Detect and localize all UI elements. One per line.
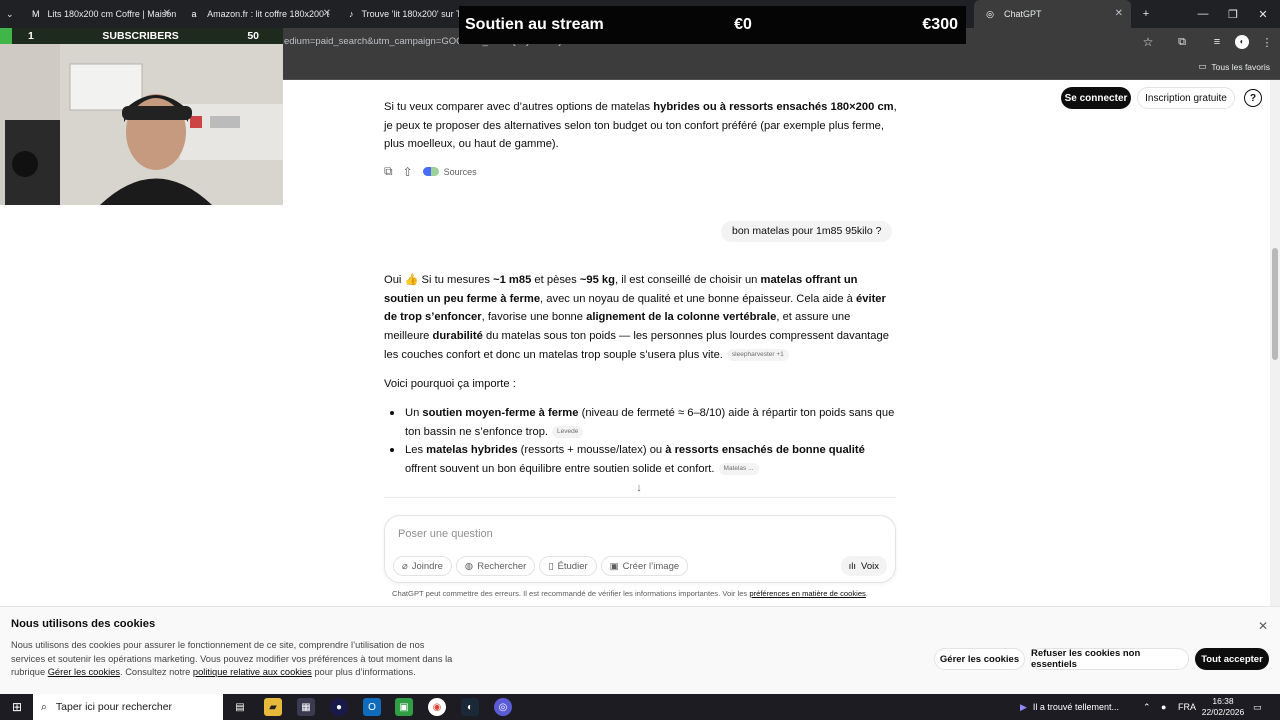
taskbar-search[interactable]: ⌕ Taper ici pour rechercher xyxy=(33,694,223,720)
voice-button[interactable]: ılı Voix xyxy=(840,556,887,576)
microphone-icon[interactable]: ● xyxy=(1161,694,1166,720)
outlook-icon[interactable]: O xyxy=(363,698,381,716)
tab-title: Amazon.fr : lit coffre 180x200 t xyxy=(207,9,329,19)
task-view-icon[interactable]: ▤ xyxy=(231,698,249,716)
cookie-title: Nous utilisons des cookies xyxy=(11,618,156,630)
assistant-answer: Oui 👍 Si tu mesures ~1 m85 et pèses ~95 … xyxy=(384,274,889,361)
app-icon[interactable]: ● xyxy=(330,698,348,716)
sources-button[interactable]: Sources xyxy=(422,167,477,177)
scroll-down-icon[interactable]: ↓ xyxy=(632,481,646,495)
windows-start-icon[interactable]: ⊞ xyxy=(8,698,26,716)
gmail-icon: M xyxy=(32,9,40,19)
citation-chip[interactable]: Levede xyxy=(552,425,584,438)
steam-icon[interactable]: ◐ xyxy=(461,698,479,716)
notifications-icon[interactable]: ▭ xyxy=(1253,694,1262,720)
extensions-icon[interactable]: ⧉ xyxy=(1167,28,1197,56)
reasons-list: Un soutien moyen-ferme à ferme (niveau d… xyxy=(384,404,898,479)
composer: Poser une question ⌀ Joindre ◍ Rechercher … xyxy=(384,515,896,583)
close-window-button[interactable]: ✕ xyxy=(1248,0,1278,28)
stream-donation-overlay: Soutien au stream €0 €300 xyxy=(459,6,966,44)
chatgpt-icon: ◎ xyxy=(986,8,994,19)
language-indicator[interactable]: FRA xyxy=(1178,694,1196,720)
cookie-text: Nous utilisons des cookies pour assurer … xyxy=(11,640,453,677)
study-button[interactable]: ▯ Étudier xyxy=(539,556,597,576)
manage-cookies-link[interactable]: Gérer les cookies xyxy=(48,667,120,677)
divider xyxy=(384,497,896,498)
cookie-policy-link[interactable]: politique relative aux cookies xyxy=(193,667,312,677)
menu-icon[interactable]: ⋮ xyxy=(1252,28,1280,56)
notification-icon: ▶ xyxy=(1020,701,1027,712)
search-icon: ⌕ xyxy=(41,700,47,713)
citation-chip[interactable]: Matelas ... xyxy=(718,463,759,476)
tab-title: Lits 180x200 cm Coffre | Maison xyxy=(47,9,177,19)
app-icon[interactable]: ▦ xyxy=(297,698,315,716)
screen: ⌄ M Lits 180x200 cm Coffre | Maison ✕ a … xyxy=(0,0,1280,720)
all-bookmarks[interactable]: ▭ Tous les favoris xyxy=(1198,61,1270,72)
book-icon: ▯ xyxy=(548,560,554,572)
clock[interactable]: 16:38 22/02/2026 xyxy=(1201,694,1245,720)
tab-title: ChatGPT xyxy=(1004,9,1042,19)
why-heading: Voici pourquoi ça importe : xyxy=(384,378,516,390)
folder-icon: ▭ xyxy=(1198,61,1207,71)
composer-tools: ⌀ Joindre ◍ Rechercher ▯ Étudier ▣ Créer l’i… xyxy=(393,556,689,576)
webcam-scene xyxy=(0,34,283,205)
scroll-thumb[interactable] xyxy=(1272,248,1278,360)
citation-chip[interactable]: sleepharvester +1 xyxy=(726,348,789,361)
user-message: bon matelas pour 1m85 95kilo ? xyxy=(721,221,893,242)
waveform-icon: ılı xyxy=(848,560,857,572)
sources-icon xyxy=(422,167,439,176)
tab-maison[interactable]: M Lits 180x200 cm Coffre | Maison ✕ xyxy=(22,0,179,28)
app-icon[interactable]: ◎ xyxy=(494,698,512,716)
globe-icon: ◍ xyxy=(464,560,474,572)
app-icon[interactable]: ▣ xyxy=(395,698,413,716)
close-icon[interactable]: ✕ xyxy=(1115,8,1123,19)
tab-list-button[interactable]: ⌄ xyxy=(0,0,22,28)
search-button[interactable]: ◍ Rechercher xyxy=(455,556,536,576)
tab-amazon[interactable]: a Amazon.fr : lit coffre 180x200 t ✕ xyxy=(179,0,339,28)
question-input[interactable]: Poser une question xyxy=(398,528,493,540)
tab-title: Trouve 'lit 180x200' sur Tik xyxy=(361,9,460,19)
tiktok-icon: ♪ xyxy=(349,9,354,19)
chrome-icon[interactable]: ◉ xyxy=(428,698,446,716)
share-icon[interactable]: ⇧ xyxy=(403,165,413,179)
refuse-cookies-button[interactable]: Refuser les cookies non essentiels xyxy=(1030,648,1189,670)
cookie-banner: Nous utilisons des cookies Nous utilison… xyxy=(0,606,1280,694)
signup-button[interactable]: Inscription gratuite xyxy=(1137,87,1235,109)
close-icon[interactable]: ✕ xyxy=(1258,619,1268,633)
restore-button[interactable]: ❐ xyxy=(1218,0,1248,28)
close-icon[interactable]: ✕ xyxy=(323,8,331,19)
list-item: Un soutien moyen-ferme à ferme (niveau d… xyxy=(384,404,898,441)
login-button[interactable]: Se connecter xyxy=(1061,87,1131,109)
answer-actions: ⧉ ⇧ Sources xyxy=(384,164,477,179)
notification-tray[interactable]: ▶ Il a trouvé tellement... xyxy=(1020,694,1119,720)
manage-cookies-button[interactable]: Gérer les cookies xyxy=(934,648,1025,670)
cookie-prefs-link[interactable]: préférences en matière de cookies xyxy=(749,589,866,598)
star-icon[interactable]: ☆ xyxy=(1133,28,1163,56)
copy-icon[interactable]: ⧉ xyxy=(384,164,393,179)
tab-tiktok[interactable]: ♪ Trouve 'lit 180x200' sur Tik xyxy=(339,0,459,28)
image-icon: ▣ xyxy=(609,560,619,572)
file-explorer-icon[interactable]: ▰ xyxy=(264,698,282,716)
amazon-icon: a xyxy=(191,9,197,19)
webcam-feed xyxy=(0,34,283,205)
new-tab-button[interactable]: + xyxy=(1131,0,1161,28)
previous-answer: Si tu veux comparer avec d’autres option… xyxy=(384,101,897,151)
attach-button[interactable]: ⌀ Joindre xyxy=(393,556,452,576)
subscribers-bar: 1 SUBSCRIBERS 50 xyxy=(0,28,283,44)
tab-chatgpt[interactable]: ◎ ChatGPT ✕ xyxy=(974,0,1131,28)
tray-chevron-icon[interactable]: ⌃ xyxy=(1143,694,1151,720)
minimize-button[interactable]: — xyxy=(1188,0,1218,28)
chevron-down-icon: ⌄ xyxy=(6,8,14,19)
accept-cookies-button[interactable]: Tout accepter xyxy=(1195,648,1269,670)
disclaimer: ChatGPT peut commettre des erreurs. Il e… xyxy=(392,589,868,598)
help-icon[interactable]: ? xyxy=(1244,89,1262,107)
close-icon[interactable]: ✕ xyxy=(163,8,171,19)
create-image-button[interactable]: ▣ Créer l’image xyxy=(600,556,689,576)
list-item: Les matelas hybrides (ressorts + mousse/… xyxy=(384,441,898,478)
paperclip-icon: ⌀ xyxy=(402,560,408,572)
